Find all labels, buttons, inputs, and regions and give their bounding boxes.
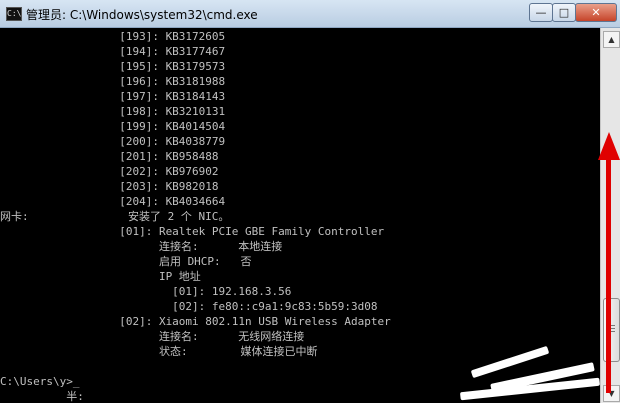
console-line: [197]: KB3184143 [0, 90, 226, 103]
console-line: 状态: 媒体连接已中断 [0, 345, 318, 358]
console-line: [203]: KB982018 [0, 180, 219, 193]
console-line: 网卡: 安装了 2 个 NIC。 [0, 210, 230, 223]
console-line: 连接名: 无线网络连接 [0, 330, 305, 343]
console-line: [01]: Realtek PCIe GBE Family Controller [0, 225, 385, 238]
console-line: [193]: KB3172605 [0, 30, 226, 43]
console-line: [200]: KB4038779 [0, 135, 226, 148]
console-line: [194]: KB3177467 [0, 45, 226, 58]
console-output[interactable]: [193]: KB3172605 [194]: KB3177467 [195]:… [0, 28, 600, 403]
cmd-app-icon[interactable]: C:\ [6, 7, 22, 21]
console-line: [198]: KB3210131 [0, 105, 226, 118]
console-line: [196]: KB3181988 [0, 75, 226, 88]
console-line: [202]: KB976902 [0, 165, 219, 178]
console-line: [199]: KB4014504 [0, 120, 226, 133]
console-line: [195]: KB3179573 [0, 60, 226, 73]
command-prompt[interactable]: C:\Users\y>_ [0, 374, 79, 389]
console-line: [201]: KB958488 [0, 150, 219, 163]
title-bar[interactable]: C:\ 管理员: C:\Windows\system32\cmd.exe — □… [0, 0, 620, 28]
console-line: IP 地址 [0, 270, 201, 283]
close-button[interactable]: ✕ [575, 3, 617, 22]
console-line: [02]: fe80::c9a1:9c83:5b59:3d08 [0, 300, 378, 313]
console-line: [02]: Xiaomi 802.11n USB Wireless Adapte… [0, 315, 391, 328]
minimize-button[interactable]: — [529, 3, 553, 22]
window-title: 管理员: C:\Windows\system32\cmd.exe [26, 8, 258, 22]
cmd-window: C:\ 管理员: C:\Windows\system32\cmd.exe — □… [0, 0, 620, 403]
console-line: [01]: 192.168.3.56 [0, 285, 292, 298]
red-arrow-shaft [606, 155, 611, 393]
ime-indicator: 半: [0, 390, 84, 403]
maximize-button[interactable]: □ [552, 3, 576, 22]
scroll-up-button[interactable]: ▲ [603, 31, 620, 48]
console-line: 启用 DHCP: 否 [0, 255, 252, 268]
console-line: 连接名: 本地连接 [0, 240, 283, 253]
console-line: [204]: KB4034664 [0, 195, 226, 208]
